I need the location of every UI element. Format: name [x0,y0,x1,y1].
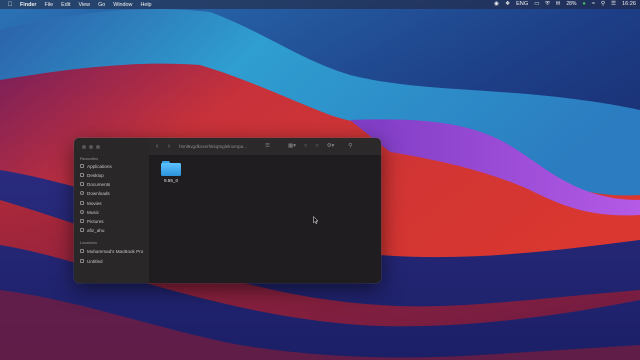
menu-file[interactable]: File [44,2,53,8]
keyboard-input-icon[interactable]: ENG [516,0,528,9]
downloads-icon [80,191,84,195]
share-icon[interactable]: ○ [304,138,307,155]
pictures-icon [80,219,84,223]
laptop-icon [80,249,84,253]
finder-sidebar: Favourites Applications Desktop Document… [74,138,150,283]
screen-record-icon[interactable]: ◉ [494,0,499,9]
minimize-button[interactable] [89,145,93,149]
disk-icon [80,259,84,263]
sidebar-item-label: Music [87,209,99,215]
menu-app-name[interactable]: Finder [20,2,36,8]
grid-view-icon[interactable]: ▦▾ [288,138,296,155]
menu-edit[interactable]: Edit [61,2,70,8]
zoom-button[interactable] [96,145,100,149]
sidebar-item-label: Muhammad's MacBook Pro [87,248,144,254]
sidebar-item-music[interactable]: Music [80,208,99,216]
folder-item[interactable]: 9.55_0 [159,161,183,183]
menubar-status-area: ◉ ❖ ENG ▭ ⛨ ✉ 28% ● ≈ ⚲ ☰ 16:26 [494,0,636,9]
search-icon[interactable]: ⚲ [601,0,605,9]
dropbox-icon[interactable]: ❖ [505,0,510,9]
sidebar-section-favourites: Favourites [80,157,99,161]
sidebar-item-documents[interactable]: Documents [80,180,110,188]
sidebar-item-label: Movies [87,200,102,206]
sidebar-item-desktop[interactable]: Desktop [80,171,104,179]
back-button[interactable]: ‹ [153,138,161,155]
sidebar-item-label: Desktop [87,172,104,178]
sidebar-section-locations: Locations [80,241,97,245]
desktop-icon [80,173,84,177]
airplay-icon[interactable]: ▭ [534,0,539,9]
sidebar-item-label: Documents [87,181,111,187]
list-view-icon[interactable]: ☰ [265,138,270,155]
home-icon [80,228,84,232]
sidebar-item-label: Downloads [87,190,110,196]
folder-name: 9.55_0 [163,178,179,183]
window-title: html5vgdkvxerhkkqtnglelnxmpa... [179,144,247,149]
movies-icon [80,201,84,205]
applications-icon [80,164,84,168]
control-center-icon[interactable]: ☰ [611,0,616,9]
close-button[interactable] [82,145,86,149]
finder-toolbar: ‹ › html5vgdkvxerhkkqtnglelnxmpa... ☰ ▦▾… [149,138,381,156]
mail-icon[interactable]: ✉ [556,0,561,9]
shield-icon[interactable]: ⛨ [546,0,550,9]
action-menu-icon[interactable]: ⚙▾ [327,138,335,155]
battery-percent[interactable]: 28% [566,0,576,9]
wifi-icon[interactable]: ≈ [592,0,595,9]
finder-content: 9.55_0 [149,155,381,283]
sidebar-item-label: afiz_ahu [87,227,105,233]
music-icon [80,210,84,214]
sidebar-item-macbook[interactable]: Muhammad's MacBook Pro [80,247,143,255]
menu-view[interactable]: View [78,2,90,8]
finder-window: Favourites Applications Desktop Document… [74,138,381,283]
tag-icon[interactable]: ○ [315,138,318,155]
menu-go[interactable]: Go [98,2,105,8]
search-icon[interactable]: ⚲ [348,138,352,155]
apple-menu-icon[interactable]:  [7,2,13,8]
documents-icon [80,182,84,186]
sidebar-item-label: Applications [87,163,112,169]
menu-bar:  Finder File Edit View Go Window Help ◉… [0,0,640,9]
sidebar-item-downloads[interactable]: Downloads [80,189,110,197]
sidebar-item-movies[interactable]: Movies [80,199,102,207]
menu-help[interactable]: Help [140,2,151,8]
sidebar-item-untitled[interactable]: Untitled [80,257,103,265]
window-controls [82,145,100,149]
sidebar-item-label: Untitled [87,258,103,264]
mouse-cursor-icon [313,216,319,224]
sidebar-item-label: Pictures [87,218,104,224]
sidebar-item-pictures[interactable]: Pictures [80,217,104,225]
battery-icon[interactable]: ● [582,0,585,9]
folder-icon [161,161,181,176]
menu-window[interactable]: Window [113,2,132,8]
clock[interactable]: 16:26 [622,0,636,9]
sidebar-item-applications[interactable]: Applications [80,162,112,170]
sidebar-item-home[interactable]: afiz_ahu [80,226,104,234]
forward-button[interactable]: › [165,138,173,155]
